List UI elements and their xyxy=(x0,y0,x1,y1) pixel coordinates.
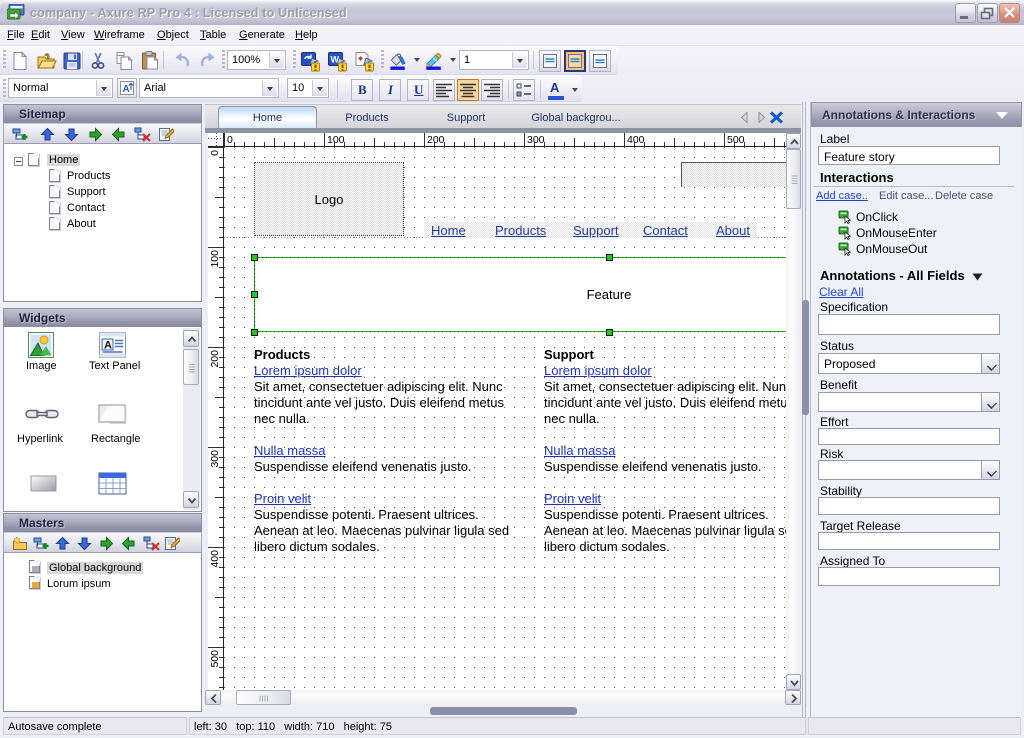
svg-text:A: A xyxy=(123,84,130,95)
svg-text:A: A xyxy=(104,340,112,352)
